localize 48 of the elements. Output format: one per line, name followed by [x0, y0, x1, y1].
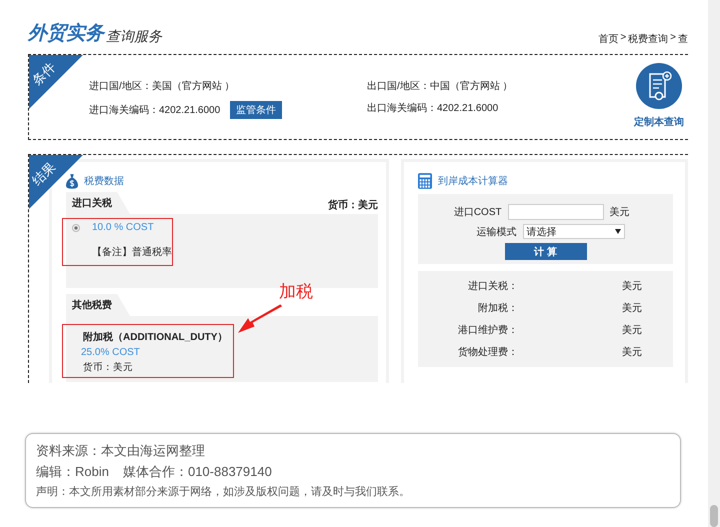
custom-query-link[interactable]: 定制本查询 [634, 115, 684, 129]
calculator-icon [418, 173, 432, 189]
unit-text: 美元 [622, 324, 642, 337]
unit-text: 美元 [622, 302, 642, 315]
unit-text: 美元 [622, 280, 642, 293]
breadcrumb-separator: > [620, 32, 626, 45]
field-text: 进口海关编码：4202.21.6000 [89, 104, 220, 117]
unit-text: 美元 [622, 346, 642, 359]
source-text: 资料来源：本文由海运网整理 [36, 442, 206, 460]
field-text: 出口国/地区：中国（官方网站 ） [367, 80, 514, 93]
panel-title: 到岸成本计算器 [438, 174, 508, 188]
cost-input[interactable] [508, 204, 604, 220]
breadcrumb-link[interactable]: 税费查询 [628, 32, 668, 46]
tax-name: 附加税（ADDITIONAL_DUTY） [83, 330, 228, 344]
regulation-button[interactable]: 监管条件 [230, 101, 282, 119]
editor-text: 编辑：Robin [36, 463, 109, 481]
currency-text: 货币：美元 [328, 198, 378, 213]
scrollbar[interactable] [708, 0, 720, 527]
contact-text: 媒体合作：010-88379140 [122, 463, 272, 481]
field-text: 进口国/地区：美国（官方网站 ） [89, 80, 236, 93]
result-label: 进口关税： [467, 280, 518, 293]
breadcrumb-link[interactable]: 查 [678, 32, 688, 46]
breadcrumb-separator: > [670, 32, 676, 45]
arrow-annotation [238, 304, 284, 336]
document-gear-icon[interactable] [636, 63, 682, 109]
result-label: 货物处理费： [457, 346, 518, 359]
breadcrumb-link[interactable]: 首页 [598, 32, 618, 46]
field-text: 出口海关编码：4202.21.6000 [367, 102, 500, 116]
corner-ribbon: 条件 [29, 55, 83, 109]
note-text: 【备注】普通税率 [92, 246, 173, 259]
unit-text: 美元 [610, 206, 631, 219]
money-bag-icon [66, 173, 78, 189]
page-subtitle: 查询服务 [106, 28, 162, 46]
disclaimer-text: 声明：本文所用素材部分来源于网络，如涉及版权问题，请及时与我们联系。 [36, 484, 411, 499]
result-label: 港口维护费： [457, 324, 518, 337]
calculate-button[interactable]: 计 算 [504, 243, 587, 260]
mode-label: 运输模式 [476, 226, 517, 238]
radio-button[interactable] [72, 224, 80, 232]
dropdown-arrow-icon [614, 229, 621, 234]
annotation-text: 加税 [279, 281, 313, 303]
cost-label: 进口COST [452, 206, 502, 219]
page-title: 外贸实务 [28, 22, 104, 46]
rate-text: 25.0% COST [81, 347, 141, 358]
currency-text: 货币：美元 [83, 361, 134, 374]
result-label: 附加税： [477, 302, 518, 315]
rate-text: 10.0 % COST [92, 222, 154, 233]
panel-title: 税费数据 [84, 174, 124, 188]
mode-select[interactable]: 请选择 [522, 224, 625, 239]
